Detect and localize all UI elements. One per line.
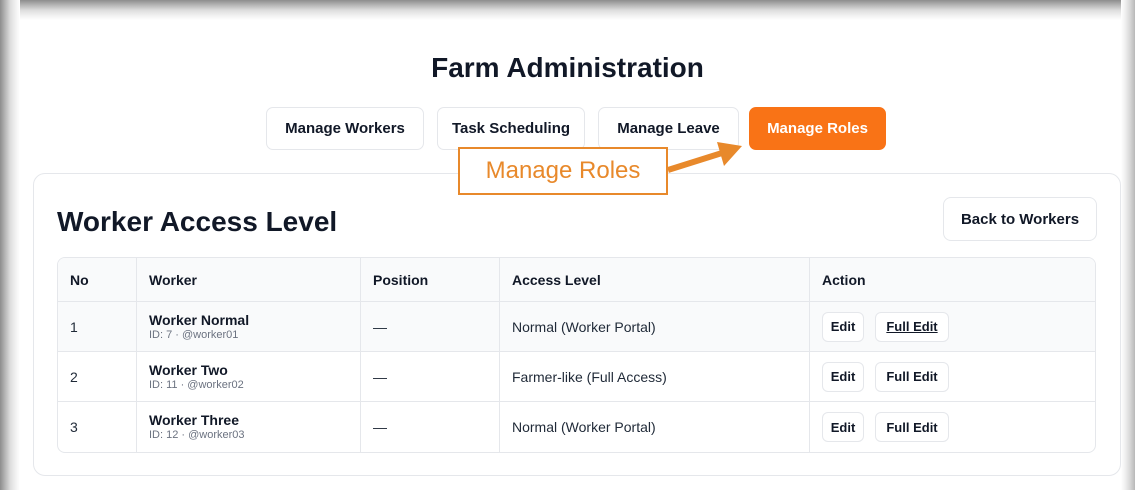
app-window: Farm Administration Manage Workers Task …: [0, 0, 1135, 490]
row-number: 3: [58, 402, 137, 452]
nav-manage-workers-button[interactable]: Manage Workers: [266, 107, 424, 150]
table-header-row: No Worker Position Access Level Action: [58, 258, 1095, 302]
action-cell: Edit Full Edit: [810, 352, 1095, 401]
worker-access-level: Farmer-like (Full Access): [500, 352, 810, 401]
column-header-position: Position: [361, 258, 500, 301]
row-number: 2: [58, 352, 137, 401]
back-to-workers-button[interactable]: Back to Workers: [943, 197, 1097, 241]
worker-id: ID: 7 · @worker01: [149, 328, 239, 341]
action-cell: Edit Full Edit: [810, 402, 1095, 452]
nav-manage-leave-button[interactable]: Manage Leave: [598, 107, 739, 150]
window-shadow-top: [0, 0, 1135, 20]
page-title: Farm Administration: [431, 52, 704, 83]
worker-cell: Worker Three ID: 12 · @worker03: [137, 402, 361, 452]
nav-task-scheduling-button[interactable]: Task Scheduling: [437, 107, 585, 150]
worker-name: Worker Normal: [149, 311, 250, 328]
full-edit-label: Full Edit: [886, 319, 938, 334]
row-number: 1: [58, 302, 137, 351]
full-edit-button[interactable]: Full Edit: [875, 361, 949, 392]
worker-name: Worker Three: [149, 412, 239, 428]
worker-id: ID: 11 · @worker02: [149, 378, 244, 391]
full-edit-button[interactable]: Full Edit: [875, 311, 949, 342]
column-header-no: No: [58, 258, 137, 301]
worker-position: —: [361, 402, 500, 452]
table-row: 3 Worker Three ID: 12 · @worker03 — Norm…: [58, 402, 1095, 452]
admin-nav: Manage Workers Task Scheduling Manage Le…: [0, 107, 1135, 151]
table-row: 2 Worker Two ID: 11 · @worker02 — Farmer…: [58, 352, 1095, 402]
column-header-access-level: Access Level: [500, 258, 810, 301]
worker-name: Worker Two: [149, 361, 228, 378]
annotation-callout: Manage Roles: [458, 147, 668, 195]
worker-cell: Worker Normal ID: 7 · @worker01: [137, 302, 361, 351]
access-table: No Worker Position Access Level Action 1…: [57, 257, 1096, 453]
table-row: 1 Worker Normal ID: 7 · @worker01 — Norm…: [58, 302, 1095, 352]
worker-position: —: [361, 352, 500, 401]
worker-access-level: Normal (Worker Portal): [500, 302, 810, 351]
section-title: Worker Access Level: [57, 206, 338, 237]
nav-manage-roles-button[interactable]: Manage Roles: [749, 107, 886, 150]
worker-id: ID: 12 · @worker03: [149, 429, 245, 441]
worker-access-level: Normal (Worker Portal): [500, 402, 810, 452]
worker-cell: Worker Two ID: 11 · @worker02: [137, 352, 361, 401]
edit-button[interactable]: Edit: [822, 311, 864, 342]
edit-button[interactable]: Edit: [822, 412, 864, 442]
action-cell: Edit Full Edit: [810, 302, 1095, 351]
column-header-action: Action: [822, 271, 866, 288]
edit-button[interactable]: Edit: [822, 361, 864, 392]
column-header-worker: Worker: [137, 258, 361, 301]
worker-position: —: [361, 302, 500, 351]
full-edit-button[interactable]: Full Edit: [875, 412, 949, 442]
